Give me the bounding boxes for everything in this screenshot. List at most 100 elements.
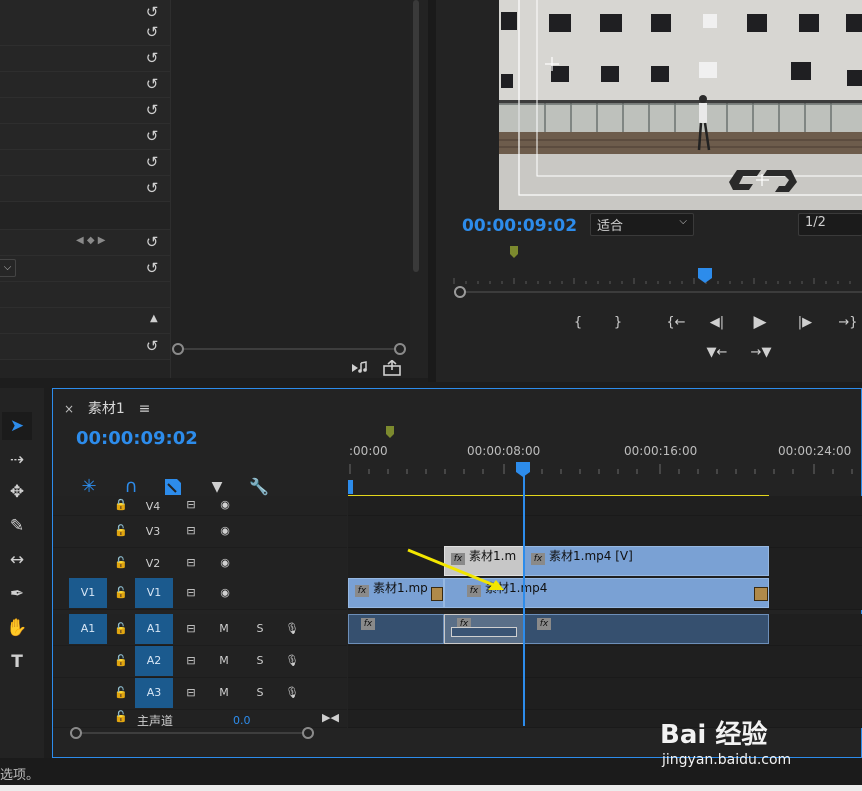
effect-row-keyframe: ◀ ◆ ▶ ↺ [0,230,170,256]
transition-marker[interactable] [754,587,768,601]
track-row-v4[interactable] [348,496,862,516]
track-label-a1[interactable]: A1 [135,614,173,644]
reset-icon[interactable]: ↺ [143,336,161,356]
track-label-v2[interactable]: V2 [135,549,171,579]
play-button[interactable]: ▶ [748,311,772,333]
track-label-a3[interactable]: A3 [135,678,173,708]
keyframe-navigator[interactable]: ◀ ◆ ▶ [76,235,105,246]
step-back-button[interactable]: ◀| [704,312,730,334]
reset-icon[interactable]: ↺ [143,2,161,22]
lock-icon[interactable]: 🔓 [113,516,129,546]
reset-icon[interactable]: ↺ [143,178,161,198]
effect-vertical-scrollbar[interactable] [411,0,421,272]
step-forward-button[interactable]: |▶ [792,312,818,334]
close-icon[interactable]: × [64,402,74,416]
annotation-arrow [407,548,504,590]
track-label-v3[interactable]: V3 [135,517,171,547]
selection-tool-icon[interactable]: ➤ [2,412,32,440]
solo-button[interactable]: S [251,678,269,708]
sync-lock-icon[interactable]: ⊟ [179,614,203,644]
timeline-ruler[interactable] [348,424,862,498]
microphone-icon[interactable]: 🎙 [283,678,301,708]
clip-v2-b[interactable]: fx 素材1.mp4 [V] [524,546,769,576]
mute-button[interactable]: M [215,678,233,708]
lock-icon[interactable]: 🔓 [113,678,129,708]
razor-tool-icon[interactable]: ✎ [2,512,32,540]
microphone-icon[interactable]: 🎙 [283,646,301,676]
reset-icon[interactable]: ↺ [143,74,161,94]
track-header-v4: 🔒 V4 ⊟ ◉ [53,496,347,516]
snap-nest-icon[interactable]: ✳ [78,476,100,498]
pen-tool-icon[interactable]: ✒ [2,580,32,608]
source-patch-v1[interactable]: V1 [69,578,107,608]
eye-icon[interactable]: ◉ [213,578,237,608]
sync-lock-icon[interactable]: ⊟ [179,646,203,676]
solo-button[interactable]: S [251,646,269,676]
source-patch-a1[interactable]: A1 [69,614,107,644]
track-row-a2[interactable] [348,646,862,678]
reset-icon[interactable]: ↺ [143,22,161,42]
reset-icon[interactable]: ↺ [143,258,161,278]
mute-button[interactable]: M [215,614,233,644]
lock-icon[interactable]: 🔓 [113,548,129,578]
sync-lock-icon[interactable]: ⊟ [179,548,203,578]
effect-horizontal-scrollbar[interactable] [172,342,408,356]
effect-row: ↺ [0,150,170,176]
lift-button[interactable]: ▼← [702,342,732,364]
sync-lock-icon[interactable]: ⊟ [179,578,203,608]
go-to-out-button[interactable]: →} [834,312,862,334]
reset-icon[interactable]: ↺ [143,232,161,252]
track-select-tool-icon[interactable]: ⇢ [2,446,32,474]
type-tool-icon[interactable]: T [2,648,32,676]
track-label-a2[interactable]: A2 [135,646,173,676]
ripple-edit-tool-icon[interactable]: ✥ [2,478,32,506]
slip-tool-icon[interactable]: ↔ [2,546,32,574]
mark-in-button[interactable]: { [566,312,590,334]
resolution-select[interactable]: 1/2 [798,213,862,236]
fit-select[interactable]: 适合 ⌵ [590,213,694,236]
solo-button[interactable]: S [251,614,269,644]
sync-lock-icon[interactable]: ⊟ [179,516,203,546]
lock-icon[interactable]: 🔓 [113,614,129,644]
scroll-handle-right[interactable] [302,727,314,739]
panel-divider[interactable] [428,0,436,382]
lock-icon[interactable]: 🔓 [113,578,129,608]
audio-clip-a1-b[interactable]: fx [444,614,524,644]
hand-tool-icon[interactable]: ✋ [2,614,32,642]
collapse-arrow-icon[interactable]: ▲ [150,313,158,324]
microphone-icon[interactable]: 🎙 [283,614,301,644]
reset-icon[interactable]: ↺ [143,126,161,146]
lock-icon[interactable]: 🔓 [113,646,129,676]
extract-button[interactable]: →▼ [746,342,776,364]
zoom-to-fit-icon[interactable]: ▶◀ [322,711,340,725]
eye-icon[interactable]: ◉ [213,548,237,578]
panel-menu-icon[interactable]: ≡ [139,401,151,417]
eye-icon[interactable]: ◉ [213,516,237,546]
export-frame-icon[interactable] [382,359,402,376]
mute-button[interactable]: M [215,646,233,676]
program-timecode[interactable]: 00:00:09:02 [462,216,577,236]
timeline-timecode[interactable]: 00:00:09:02 [76,428,198,449]
scroll-handle-left[interactable] [172,343,184,355]
wrench-settings-icon[interactable]: 🔧 [248,476,270,498]
sync-lock-icon[interactable]: ⊟ [179,678,203,708]
mark-out-button[interactable]: } [606,312,630,334]
audio-clip-a1-c[interactable]: fx [524,614,769,644]
scroll-handle-left[interactable] [70,727,82,739]
audio-clip-a1-a[interactable]: fx [348,614,444,644]
scroll-handle-right[interactable] [394,343,406,355]
ruler-label: :00:00 [349,444,388,458]
blend-dropdown[interactable]: ⌵ [0,259,16,277]
reset-icon[interactable]: ↺ [143,48,161,68]
speaker-note-icon[interactable] [350,360,370,376]
program-scrubber[interactable] [436,242,862,302]
chevron-down-icon: ⌵ [679,216,687,227]
playhead[interactable] [523,472,525,726]
timeline-tab[interactable]: × 素材1 ≡ [64,398,150,418]
track-label-v1[interactable]: V1 [135,578,173,608]
go-to-in-button[interactable]: {← [662,312,690,334]
reset-icon[interactable]: ↺ [143,152,161,172]
ruler-label: 00:00:24:00 [778,444,852,458]
reset-icon[interactable]: ↺ [143,100,161,120]
timeline-horizontal-scrollbar[interactable] [70,726,314,740]
